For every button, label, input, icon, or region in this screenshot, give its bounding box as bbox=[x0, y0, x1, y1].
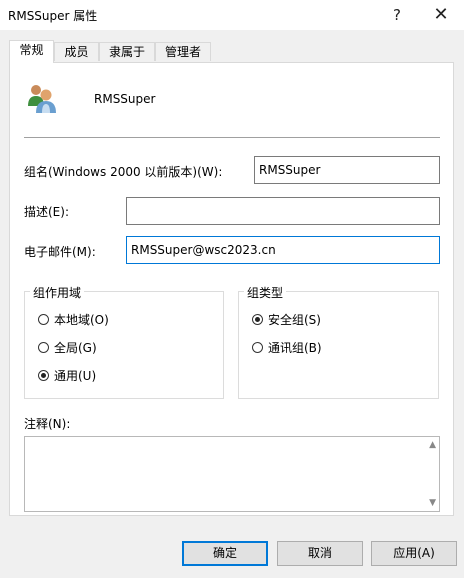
scope-universal-radio[interactable] bbox=[38, 370, 49, 381]
pre2000-label: 组名(Windows 2000 以前版本)(W): bbox=[24, 165, 223, 179]
ok-button[interactable]: 确定 bbox=[182, 541, 268, 566]
type-security-label[interactable]: 安全组(S) bbox=[268, 311, 321, 328]
cancel-button[interactable]: 取消 bbox=[277, 541, 363, 566]
pre2000-name-field[interactable]: RMSSuper bbox=[254, 156, 440, 184]
group-name: RMSSuper bbox=[94, 92, 156, 106]
scope-domain-local-label[interactable]: 本地域(O) bbox=[54, 311, 109, 328]
scope-global-radio[interactable] bbox=[38, 342, 49, 353]
title-bar: RMSSuper 属性 ? ✕ bbox=[0, 0, 464, 30]
description-label: 描述(E): bbox=[24, 205, 69, 219]
type-security-radio[interactable] bbox=[252, 314, 263, 325]
scope-global-label[interactable]: 全局(G) bbox=[54, 339, 97, 356]
group-icon bbox=[24, 82, 58, 114]
type-distribution-radio[interactable] bbox=[252, 342, 263, 353]
scope-universal-label[interactable]: 通用(U) bbox=[54, 367, 96, 384]
divider bbox=[24, 137, 440, 138]
apply-button[interactable]: 应用(A) bbox=[371, 541, 457, 566]
group-type-title: 组类型 bbox=[244, 284, 287, 301]
scroll-down-icon[interactable]: ▼ bbox=[429, 498, 436, 508]
help-button[interactable]: ? bbox=[374, 0, 420, 30]
tab-general[interactable]: 常规 bbox=[9, 40, 54, 63]
description-field[interactable] bbox=[126, 197, 440, 225]
scroll-up-icon[interactable]: ▲ bbox=[429, 440, 436, 450]
group-scope-title: 组作用域 bbox=[30, 284, 85, 301]
notes-label: 注释(N): bbox=[24, 417, 71, 431]
scope-domain-local-radio[interactable] bbox=[38, 314, 49, 325]
email-field[interactable]: RMSSuper@wsc2023.cn bbox=[126, 236, 440, 264]
tab-managed-by[interactable]: 管理者 bbox=[155, 42, 211, 61]
email-label: 电子邮件(M): bbox=[24, 245, 96, 259]
close-button[interactable]: ✕ bbox=[418, 0, 464, 30]
tab-members[interactable]: 成员 bbox=[54, 42, 99, 61]
type-distribution-label[interactable]: 通讯组(B) bbox=[268, 339, 322, 356]
tab-member-of[interactable]: 隶属于 bbox=[99, 42, 155, 61]
notes-textarea[interactable]: ▲ ▼ bbox=[24, 436, 440, 512]
window-title: RMSSuper 属性 bbox=[8, 9, 98, 23]
